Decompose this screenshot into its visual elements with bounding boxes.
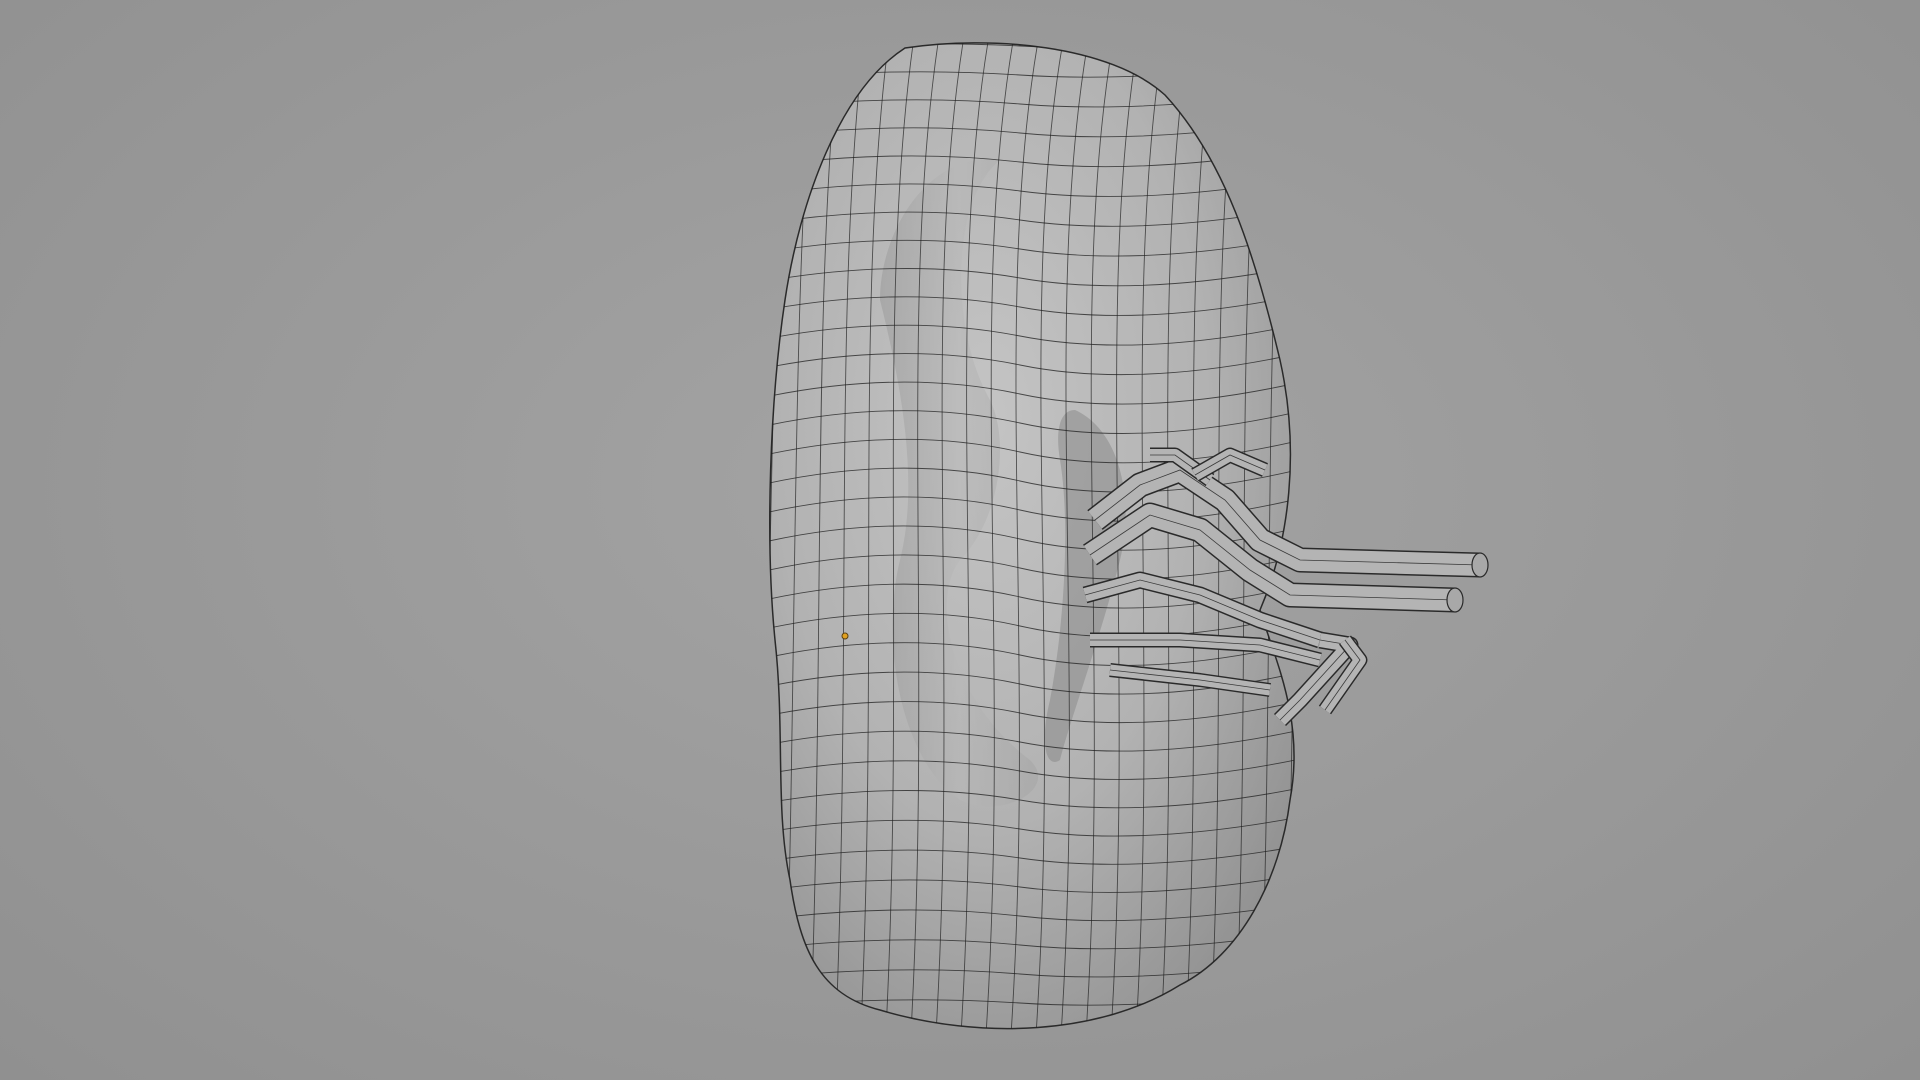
vessel-end-cap: [1471, 552, 1489, 578]
3d-viewport[interactable]: [0, 0, 1920, 1080]
object-origin-marker: [841, 632, 849, 640]
vessel-end-cap: [1446, 587, 1464, 613]
scene-canvas[interactable]: [0, 0, 1920, 1080]
wire-meridian: [1284, 42, 1295, 1029]
